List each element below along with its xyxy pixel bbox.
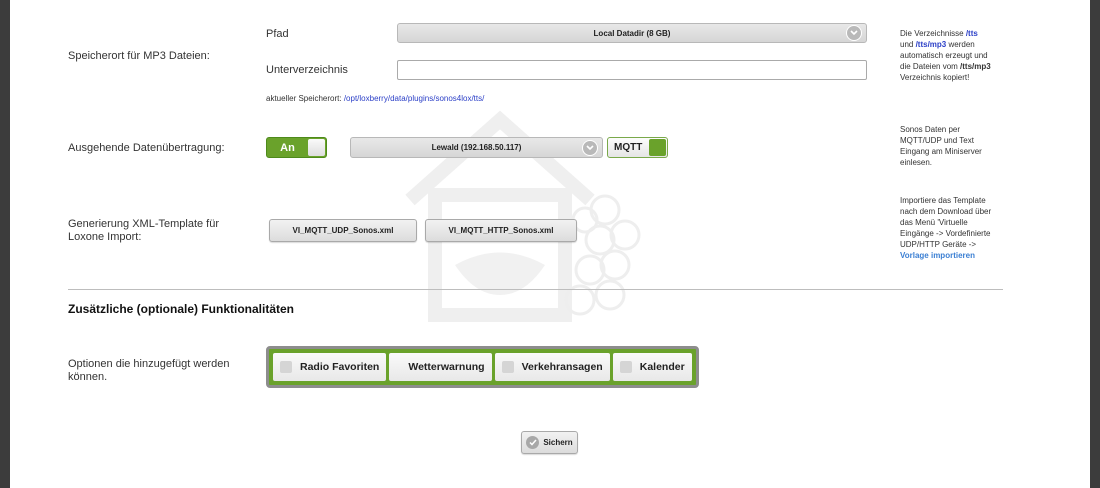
option-kalender[interactable]: Kalender xyxy=(612,353,692,381)
options-label: Optionen die hinzugefügt werden können. xyxy=(68,358,230,383)
path-select[interactable]: Local Datadir (8 GB) xyxy=(397,23,867,43)
settings-page: Speicherort für MP3 Dateien: Pfad Local … xyxy=(10,0,1090,488)
import-template-link[interactable]: Vorlage importieren xyxy=(900,250,1030,261)
xml-template-label: Generierung XML-Template für Loxone Impo… xyxy=(68,218,220,243)
optional-section-title: Zusätzliche (optionale) Funktionalitäten xyxy=(68,302,295,316)
path-select-value: Local Datadir (8 GB) xyxy=(593,28,671,38)
outgoing-help-text: Sonos Daten per MQTT/UDP und Text Eingan… xyxy=(900,125,982,167)
mp3-storage-label: Speicherort für MP3 Dateien: xyxy=(68,50,210,62)
outgoing-label: Ausgehende Datenübertragung: xyxy=(68,142,225,154)
mp3-help-text: Die Verzeichnisse /tts und /tts/mp3 werd… xyxy=(900,29,991,82)
download-http-xml-button[interactable]: VI_MQTT_HTTP_Sonos.xml xyxy=(425,219,577,242)
checkbox[interactable] xyxy=(619,361,632,373)
checkbox[interactable] xyxy=(501,361,514,373)
subdir-label: Unterverzeichnis xyxy=(266,64,348,76)
current-location: aktueller Speicherort: /opt/loxberry/dat… xyxy=(266,94,484,103)
xml-help-text: Importiere das Template nach dem Downloa… xyxy=(900,195,1030,261)
check-icon xyxy=(526,436,540,449)
toggle-knob xyxy=(308,139,325,156)
options-group: Radio Favoriten Wetterwarnung Verkehrans… xyxy=(266,346,699,388)
outgoing-toggle[interactable]: An xyxy=(266,137,327,158)
save-button-label: Sichern xyxy=(543,438,573,447)
mqtt-label: MQTT xyxy=(614,142,643,153)
path-label: Pfad xyxy=(266,28,289,40)
option-wetterwarnung[interactable]: Wetterwarnung xyxy=(389,353,492,381)
server-select[interactable]: Lewald (192.168.50.117) xyxy=(350,137,603,158)
chevron-down-icon xyxy=(582,139,598,156)
current-location-prefix: aktueller Speicherort: xyxy=(266,94,342,103)
toggle-label: An xyxy=(280,141,295,154)
subdir-input[interactable] xyxy=(397,60,867,80)
chevron-down-icon xyxy=(846,25,862,41)
current-location-path[interactable]: /opt/loxberry/data/plugins/sonos4lox/tts… xyxy=(344,94,485,103)
section-divider xyxy=(68,289,1003,290)
mqtt-toggle[interactable]: MQTT xyxy=(607,137,668,158)
loxberry-watermark-icon xyxy=(405,110,641,322)
download-udp-xml-button[interactable]: VI_MQTT_UDP_Sonos.xml xyxy=(269,219,417,242)
checkbox[interactable] xyxy=(280,361,292,373)
option-radio-favoriten[interactable]: Radio Favoriten xyxy=(273,353,387,381)
server-select-value: Lewald (192.168.50.117) xyxy=(431,143,522,152)
save-button[interactable]: Sichern xyxy=(521,431,578,454)
mqtt-toggle-knob xyxy=(649,139,666,156)
option-verkehransagen[interactable]: Verkehransagen xyxy=(494,353,610,381)
